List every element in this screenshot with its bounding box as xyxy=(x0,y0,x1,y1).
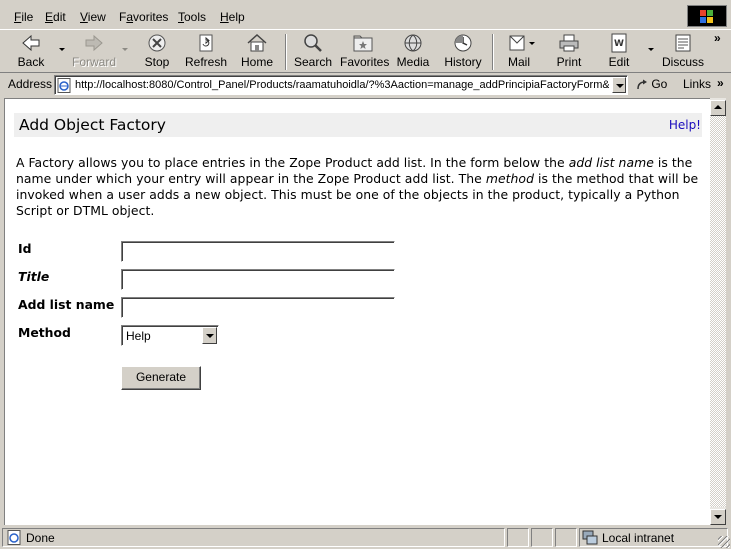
go-button[interactable]: Go xyxy=(636,77,667,91)
menu-edit[interactable]: Edit xyxy=(45,10,66,24)
media-globe-icon xyxy=(404,34,422,52)
stop-button[interactable]: Stop xyxy=(140,33,174,71)
help-link[interactable]: Help! xyxy=(669,118,701,132)
refresh-icon xyxy=(199,34,213,52)
home-icon xyxy=(247,33,267,52)
ie-page-icon xyxy=(57,78,71,93)
add-list-name-label: Add list name xyxy=(18,297,115,312)
local-intranet-icon xyxy=(582,530,598,545)
scrollbar-track[interactable] xyxy=(710,116,726,507)
address-bar: Address http://localhost:8080/Control_Pa… xyxy=(0,74,731,96)
menu-view[interactable]: View xyxy=(80,10,106,24)
favorites-button[interactable]: Favorites xyxy=(340,33,389,71)
search-icon xyxy=(304,34,322,52)
discuss-icon xyxy=(675,34,691,52)
id-input[interactable] xyxy=(121,241,395,262)
page-header: Add Object Factory Help! xyxy=(14,113,702,137)
method-label: Method xyxy=(18,325,71,340)
back-arrow-icon xyxy=(22,34,40,52)
title-input[interactable] xyxy=(121,269,395,290)
word-document-icon: W xyxy=(611,33,627,53)
scroll-up-button[interactable] xyxy=(710,100,726,116)
page-done-icon xyxy=(7,530,21,545)
edit-button[interactable]: W Edit xyxy=(603,33,635,71)
status-text: Done xyxy=(26,531,55,545)
method-selected-value: Help xyxy=(126,329,151,343)
menu-file[interactable]: File xyxy=(14,10,33,24)
back-button[interactable]: Back xyxy=(14,33,48,71)
menu-favorites[interactable]: Favorites xyxy=(119,10,168,24)
history-clock-icon xyxy=(454,34,472,52)
home-button[interactable]: Home xyxy=(239,33,275,71)
vertical-scrollbar[interactable] xyxy=(710,98,726,525)
svg-text:W: W xyxy=(614,39,624,49)
go-arrow-icon xyxy=(637,79,647,89)
resize-grip[interactable] xyxy=(718,536,730,548)
stop-icon xyxy=(148,34,166,52)
print-button[interactable]: Print xyxy=(553,33,585,71)
forward-arrow-icon xyxy=(85,34,103,52)
intro-text: A Factory allows you to place entries in… xyxy=(16,155,699,218)
status-panel-main xyxy=(2,528,505,547)
scroll-down-button[interactable] xyxy=(710,509,726,525)
refresh-button[interactable]: Refresh xyxy=(184,33,228,71)
history-button[interactable]: History xyxy=(444,33,482,71)
search-button[interactable]: Search xyxy=(293,33,333,71)
address-url: http://localhost:8080/Control_Panel/Prod… xyxy=(75,79,609,91)
security-zone-text: Local intranet xyxy=(602,531,675,545)
page-title: Add Object Factory xyxy=(19,116,166,134)
add-list-name-input[interactable] xyxy=(121,297,395,318)
menu-bar: File Edit View Favorites Tools Help xyxy=(0,6,731,28)
status-bar: Done Local intranet xyxy=(0,526,731,549)
favorites-folder-icon xyxy=(353,35,373,52)
address-input[interactable]: http://localhost:8080/Control_Panel/Prod… xyxy=(54,75,628,95)
discuss-button[interactable]: Discuss xyxy=(662,33,704,71)
address-dropdown-button[interactable] xyxy=(612,77,626,93)
menu-help[interactable]: Help xyxy=(220,10,245,24)
page-viewport: Add Object Factory Help! A Factory allow… xyxy=(4,98,710,525)
mail-button[interactable]: Mail xyxy=(502,33,536,71)
printer-icon xyxy=(559,34,579,52)
chevron-down-icon[interactable] xyxy=(202,327,217,344)
toolbar-overflow-chevron[interactable]: » xyxy=(714,31,721,45)
media-button[interactable]: Media xyxy=(396,33,430,71)
address-label: Address xyxy=(8,77,53,91)
links-toolbar[interactable]: Links xyxy=(683,77,711,91)
mail-icon xyxy=(509,35,525,51)
generate-button[interactable]: Generate xyxy=(121,366,201,390)
forward-button[interactable]: Forward xyxy=(72,33,116,71)
method-select[interactable]: Help xyxy=(121,325,219,346)
windows-logo-icon xyxy=(687,5,727,27)
id-label: Id xyxy=(18,241,32,256)
links-overflow-chevron[interactable]: » xyxy=(717,76,724,90)
title-label: Title xyxy=(18,269,50,284)
toolbar: Back Forward Stop Refresh Home Search Fa… xyxy=(0,29,731,73)
menu-tools[interactable]: Tools xyxy=(178,10,206,24)
